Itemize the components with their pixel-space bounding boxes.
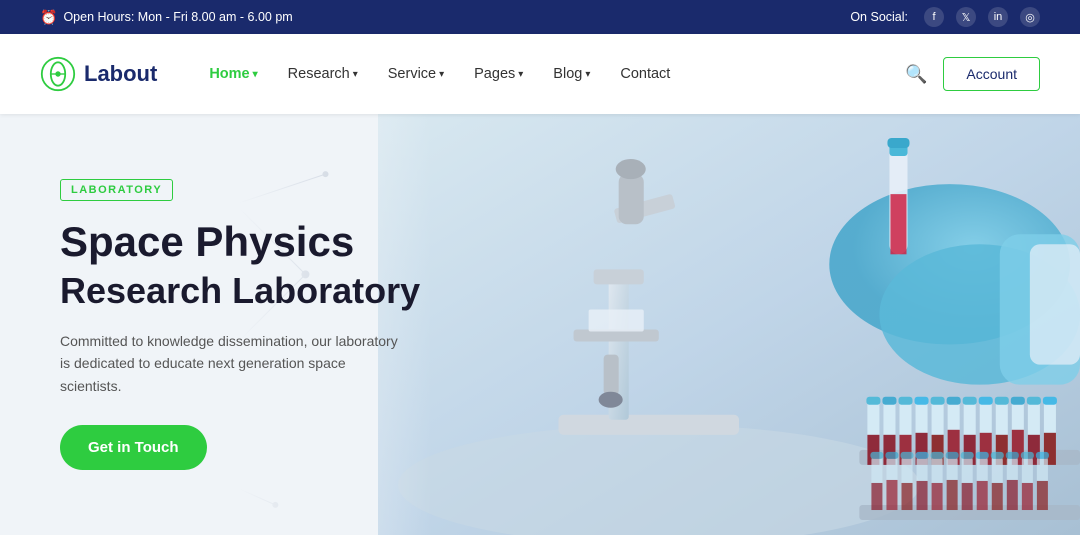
nav-blog[interactable]: Blog ▾ xyxy=(541,58,602,90)
hero-cta-button[interactable]: Get in Touch xyxy=(60,425,207,470)
hero-content: LABORATORY Space Physics Research Labora… xyxy=(0,114,486,535)
hours-text: Open Hours: Mon - Fri 8.00 am - 6.00 pm xyxy=(63,10,292,24)
logo-text: Labout xyxy=(84,61,157,87)
hero-section: LABORATORY Space Physics Research Labora… xyxy=(0,114,1080,535)
chevron-down-icon: ▾ xyxy=(518,69,523,80)
nav-service[interactable]: Service ▾ xyxy=(376,58,456,90)
topbar-social: On Social: f 𝕏 in ◎ xyxy=(850,7,1040,27)
twitter-icon[interactable]: 𝕏 xyxy=(956,7,976,27)
search-icon[interactable]: 🔍 xyxy=(905,64,927,85)
nav-service-label: Service xyxy=(388,66,436,82)
chevron-down-icon: ▾ xyxy=(585,69,590,80)
logo[interactable]: Labout xyxy=(40,56,157,92)
nav-pages[interactable]: Pages ▾ xyxy=(462,58,535,90)
nav-blog-label: Blog xyxy=(553,66,582,82)
nav-contact[interactable]: Contact xyxy=(608,58,682,90)
nav-pages-label: Pages xyxy=(474,66,515,82)
social-label: On Social: xyxy=(850,10,908,24)
hero-title-sub: Research Laboratory xyxy=(60,269,446,312)
nav-research[interactable]: Research ▾ xyxy=(276,58,370,90)
chevron-down-icon: ▾ xyxy=(353,69,358,80)
navbar: Labout Home ▾ Research ▾ Service ▾ Pages… xyxy=(0,34,1080,114)
clock-icon: ⏰ xyxy=(40,9,57,26)
nav-home-label: Home xyxy=(209,66,249,82)
hero-description: Committed to knowledge dissemination, ou… xyxy=(60,330,400,397)
topbar-hours: ⏰ Open Hours: Mon - Fri 8.00 am - 6.00 p… xyxy=(40,9,293,26)
nav-links: Home ▾ Research ▾ Service ▾ Pages ▾ Blog… xyxy=(197,58,905,90)
nav-contact-label: Contact xyxy=(620,66,670,82)
instagram-icon[interactable]: ◎ xyxy=(1020,7,1040,27)
hero-title-main: Space Physics xyxy=(60,219,446,265)
chevron-down-icon: ▾ xyxy=(439,69,444,80)
nav-research-label: Research xyxy=(288,66,350,82)
facebook-icon[interactable]: f xyxy=(924,7,944,27)
linkedin-icon[interactable]: in xyxy=(988,7,1008,27)
nav-home[interactable]: Home ▾ xyxy=(197,58,269,90)
account-button[interactable]: Account xyxy=(943,57,1040,91)
nav-right: 🔍 Account xyxy=(905,57,1040,91)
chevron-down-icon: ▾ xyxy=(253,69,258,80)
hero-badge: LABORATORY xyxy=(60,179,173,201)
logo-icon xyxy=(40,56,76,92)
topbar: ⏰ Open Hours: Mon - Fri 8.00 am - 6.00 p… xyxy=(0,0,1080,34)
